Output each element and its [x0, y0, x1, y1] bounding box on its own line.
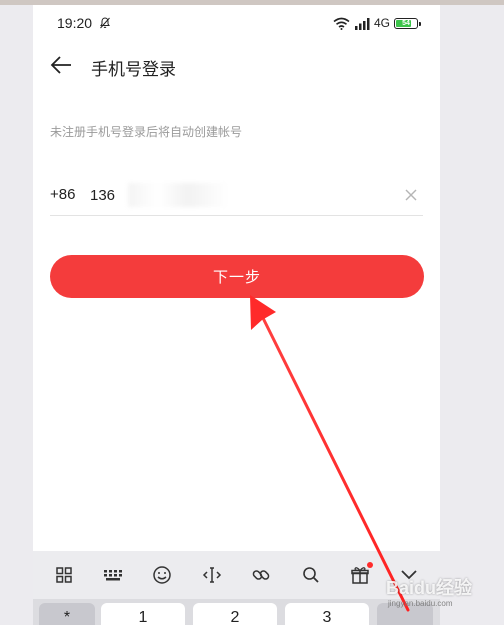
battery-icon: 54 — [394, 17, 421, 29]
search-icon[interactable] — [298, 562, 324, 588]
keyboard-keys: * 1 2 3 — [33, 599, 440, 625]
grid-icon[interactable] — [51, 562, 77, 588]
link-icon[interactable] — [248, 562, 274, 588]
phone-screen: 19:20 4G 54 手机号登录 未注册手机号登录后将自动创建帐号 +86 1… — [33, 5, 440, 625]
key-3[interactable]: 3 — [285, 603, 369, 625]
arrow-left-icon[interactable] — [49, 53, 73, 77]
page-title: 手机号登录 — [91, 60, 176, 80]
phone-number-row: +86 — [50, 175, 423, 216]
signal-icon — [354, 17, 370, 30]
register-hint: 未注册手机号登录后将自动创建帐号 — [50, 125, 243, 139]
wifi-icon — [333, 17, 350, 30]
key-star[interactable]: * — [39, 603, 95, 625]
keyboard-icon[interactable] — [100, 562, 126, 588]
status-time: 19:20 — [57, 15, 93, 31]
collapse-icon[interactable] — [396, 562, 422, 588]
status-bar: 19:20 4G 54 — [33, 5, 440, 41]
cursor-icon[interactable] — [199, 562, 225, 588]
redacted-digits — [128, 183, 228, 207]
bell-off-icon — [100, 17, 110, 29]
keyboard-toolbar — [33, 551, 440, 599]
status-icons: 4G 54 — [333, 15, 421, 31]
battery-level: 54 — [402, 19, 410, 27]
key-2[interactable]: 2 — [193, 603, 277, 625]
notification-dot — [366, 562, 373, 568]
key-1[interactable]: 1 — [101, 603, 185, 625]
network-type: 4G — [373, 16, 390, 30]
header: 手机号登录 — [33, 47, 440, 83]
key-delete[interactable] — [377, 603, 433, 625]
country-code[interactable]: +86 — [50, 186, 75, 203]
next-button[interactable]: 下一步 — [50, 255, 424, 298]
gift-icon[interactable] — [347, 562, 373, 588]
close-icon[interactable] — [403, 187, 419, 203]
emoji-icon[interactable] — [149, 562, 175, 588]
